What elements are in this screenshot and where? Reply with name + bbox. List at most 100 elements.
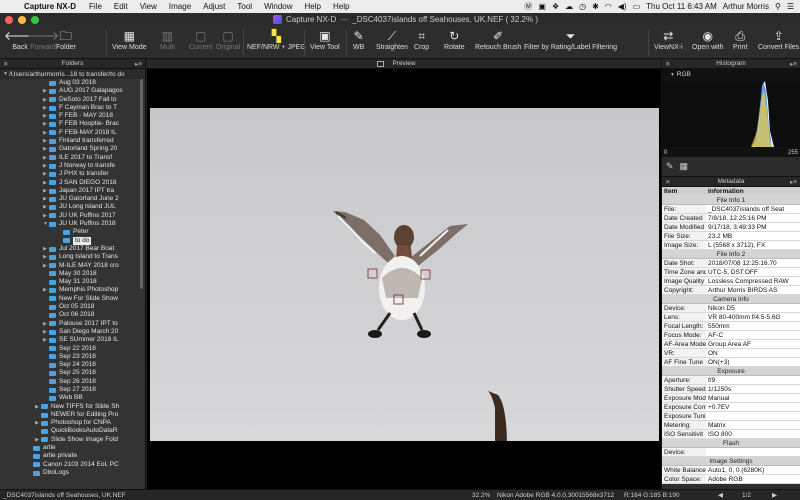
folder-item[interactable]: ▶ Long Island to Trans <box>0 253 145 261</box>
folder-item[interactable]: ▶ ILE 2017 to Transf <box>0 154 145 162</box>
scrollbar[interactable] <box>140 79 143 289</box>
menu-view[interactable]: View <box>134 2 163 11</box>
folder-item[interactable]: ▶ J Norway to transfe <box>0 162 145 170</box>
crop-button[interactable]: ⌗ Crop <box>414 28 429 51</box>
original-button[interactable]: ▢ Original <box>216 28 240 51</box>
retouch-brush-button[interactable]: ✐ Retouch Brush <box>475 28 521 51</box>
folder-item[interactable]: ▶ AUG 2017 Galapagos <box>0 87 145 95</box>
folder-button[interactable]: 🗀 Folder <box>56 28 76 51</box>
folder-item[interactable]: Sep 24 2018 <box>0 361 145 369</box>
folder-item[interactable]: NEWER for Editing Pro <box>0 411 145 419</box>
battery-icon[interactable]: ▭ <box>633 2 641 11</box>
folder-item[interactable]: ▶ San Diego March 20 <box>0 328 145 336</box>
current-button[interactable]: ▢ Current <box>189 28 212 51</box>
folder-item[interactable]: Peter <box>0 228 145 236</box>
edit-icon[interactable]: ✎ <box>666 161 674 172</box>
folder-item[interactable]: ▼ JU UK Puffins 2018 <box>0 220 145 228</box>
folder-item[interactable]: Sep 23 2018 <box>0 353 145 361</box>
folder-item[interactable]: ▶ J SAN DIEGO 2018 <box>0 179 145 187</box>
metadata-section[interactable]: Image Settings <box>662 457 800 466</box>
folder-item[interactable]: artie private <box>0 452 145 460</box>
menu-app-name[interactable]: Capture NX-D <box>22 2 83 11</box>
folder-item[interactable]: May 31 2018 <box>0 278 145 286</box>
menu-tool[interactable]: Tool <box>231 2 258 11</box>
menu-adjust[interactable]: Adjust <box>197 2 231 11</box>
menu-file[interactable]: File <box>83 2 108 11</box>
folder-item[interactable]: ▶ Finland transferred <box>0 137 145 145</box>
folder-item[interactable]: Sep 26 2018 <box>0 378 145 386</box>
folder-item[interactable]: ▶ J PHX to transfer <box>0 170 145 178</box>
metadata-section[interactable]: Camera Info <box>662 295 800 304</box>
view-mode-button[interactable]: ▦ View Mode <box>112 28 147 51</box>
search-icon[interactable]: ⚲ <box>775 2 781 11</box>
metadata-menu-icon[interactable]: ▸≡ <box>790 178 797 186</box>
close-histogram-icon[interactable]: ✕ <box>665 60 670 68</box>
folder-item[interactable]: ▶ New TIFFS for Slide Sh <box>0 403 145 411</box>
folder-item[interactable]: ▶ Photoshop for CNPA <box>0 419 145 427</box>
folder-item[interactable]: ▶ JU Long Island JUL <box>0 203 145 211</box>
clock-icon[interactable]: ◷ <box>579 2 586 11</box>
wifi-icon[interactable]: ◠ <box>605 2 612 11</box>
histogram-menu-icon[interactable]: ▸≡ <box>790 60 797 68</box>
folder-item[interactable]: New For Slide Show <box>0 295 145 303</box>
prev-image-button[interactable]: ◀ <box>718 491 723 499</box>
straighten-button[interactable]: ⟋ Straighten <box>376 28 408 51</box>
folder-item[interactable]: to do <box>0 236 145 245</box>
folder-item[interactable]: ▶ SE SUmmer 2018 IL <box>0 336 145 344</box>
folder-item[interactable]: May 30 2018 <box>0 270 145 278</box>
print-button[interactable]: ⎙ Print <box>733 28 747 51</box>
menu-image[interactable]: Image <box>163 2 197 11</box>
histogram-channel[interactable]: ▼ RGB <box>670 71 691 78</box>
notification-icon[interactable]: ☰ <box>787 2 794 11</box>
folder-item[interactable]: ▶ F FEB Hooptie- Brac <box>0 120 145 128</box>
folder-item[interactable]: ▶ Memphis Photoshop <box>0 286 145 294</box>
convert-files-button[interactable]: ⇪ Convert Files <box>758 28 799 51</box>
wb-button[interactable]: ✎ WB <box>353 28 364 51</box>
folder-item[interactable]: Sep 25 2018 <box>0 369 145 377</box>
clock-text[interactable]: Thu Oct 11 6:43 AM <box>646 2 717 11</box>
folder-item[interactable]: Sep 27 2018 <box>0 386 145 394</box>
filter-button[interactable]: ⏷ Filter by Rating/Label Filtering <box>524 28 617 51</box>
folder-item[interactable]: Web BB <box>0 394 145 402</box>
close-panel-icon[interactable]: ✕ <box>3 60 8 68</box>
folder-item[interactable]: ▶ JU Gatorland June 2 <box>0 195 145 203</box>
folder-item[interactable]: ▶ Gatorland Spring 20 <box>0 145 145 153</box>
panel-menu-icon[interactable]: ▸≡ <box>135 60 142 68</box>
folder-item[interactable]: ▶ JU UK Puffins 2017 <box>0 212 145 220</box>
folder-item[interactable]: DboLogs <box>0 469 145 477</box>
folder-item[interactable]: Aug 03 2018 <box>0 79 145 87</box>
volume-icon[interactable]: ◀) <box>618 2 627 11</box>
user-name[interactable]: Arthur Morris <box>723 2 769 11</box>
minimize-window-button[interactable] <box>18 15 26 24</box>
metadata-section[interactable]: File Info 2 <box>662 250 800 259</box>
close-metadata-icon[interactable]: ✕ <box>665 178 670 186</box>
folder-item[interactable]: ▶ F FEB-MAY 2018 IL <box>0 129 145 137</box>
rotate-button[interactable]: ↻ Rotate <box>444 28 465 51</box>
forward-button[interactable]: 🡒 Forward <box>27 28 59 51</box>
image-viewer[interactable] <box>150 108 659 441</box>
cloud-icon[interactable]: ☁ <box>565 2 573 11</box>
bluetooth-icon[interactable]: ✱ <box>592 2 599 11</box>
adjust-icon[interactable]: ▦ <box>680 161 689 172</box>
folder-item[interactable]: artie <box>0 444 145 452</box>
viewnx-button[interactable]: ⇄ ViewNX-i <box>654 28 683 51</box>
folder-item[interactable]: QuickBooksAutoDataR <box>0 427 145 435</box>
menu-help-2[interactable]: Help <box>327 2 355 11</box>
close-window-button[interactable] <box>5 15 13 24</box>
menu-help[interactable]: Help <box>299 2 327 11</box>
next-image-button[interactable]: ▶ <box>772 491 777 499</box>
screen-capture-icon[interactable]: ▣ <box>538 2 546 11</box>
menu-window[interactable]: Window <box>258 2 298 11</box>
nef-jpeg-button[interactable]: ▚ NEF/NRW + JPEG <box>247 28 306 51</box>
folder-item[interactable]: ▶ F Cayman Brac to T <box>0 104 145 112</box>
metadata-section[interactable]: Exposure <box>662 367 800 376</box>
folder-path[interactable]: ▼ /Users/arthurmorris...18 to transfer/t… <box>0 69 145 79</box>
preview-toggle-icon[interactable] <box>377 60 384 67</box>
folder-item[interactable]: ▶ M-ILE MAY 2018 cro <box>0 262 145 270</box>
malwarebytes-icon[interactable]: Ⓜ <box>524 1 532 12</box>
dropbox-icon[interactable]: ❖ <box>552 2 559 11</box>
folder-item[interactable]: ▶ F FEB - MAY 2018 <box>0 112 145 120</box>
folder-item[interactable]: ▶ Slide Show Image Fold <box>0 436 145 444</box>
folder-item[interactable]: ▶ Palouse 2017 IPT to <box>0 320 145 328</box>
folder-item[interactable]: Oct 06 2018 <box>0 311 145 319</box>
